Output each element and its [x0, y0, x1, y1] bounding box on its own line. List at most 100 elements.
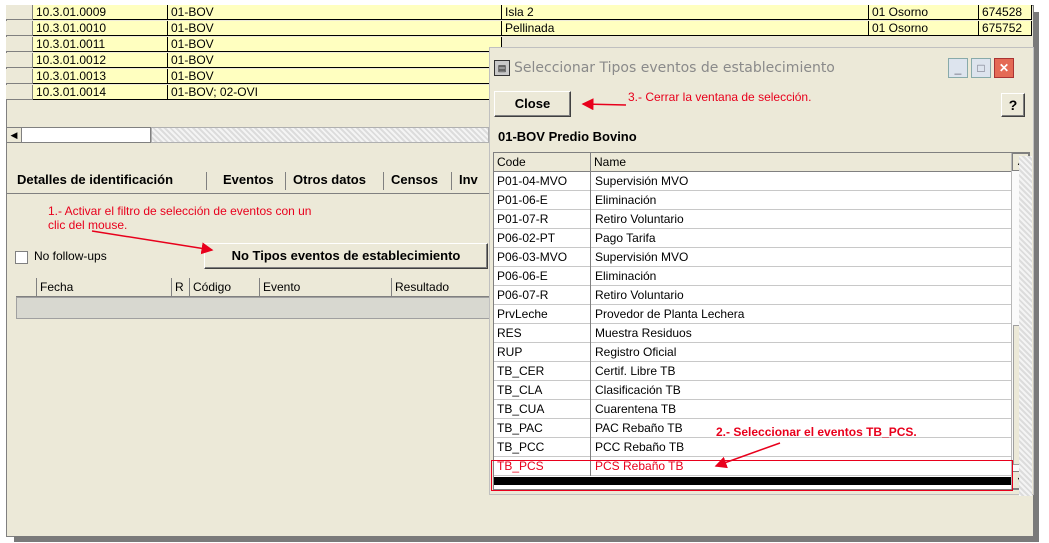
annotation-step1-line1: 1.- Activar el filtro de selección de ev…: [48, 204, 312, 218]
item-code: P01-04-MVO: [494, 172, 591, 191]
column-header-code[interactable]: Código: [189, 278, 259, 296]
annotation-step2: 2.- Seleccionar el eventos TB_PCS.: [716, 425, 917, 439]
item-code: TB_PAC: [494, 419, 591, 438]
item-code: PrvLeche: [494, 305, 591, 324]
item-code: RUP: [494, 343, 591, 362]
minimize-icon[interactable]: _: [948, 58, 968, 78]
column-header-event[interactable]: Evento: [259, 278, 391, 296]
row-header[interactable]: [6, 21, 33, 36]
list-item[interactable]: TB_PCC PCC Rebaño TB: [494, 438, 1012, 457]
close-icon[interactable]: ✕: [994, 58, 1014, 78]
horizontal-scrollbar[interactable]: ◀: [6, 127, 151, 143]
item-name: Clasificación TB: [595, 383, 681, 397]
no-followups-checkbox[interactable]: [15, 251, 28, 264]
item-code: TB_CLA: [494, 381, 591, 400]
tab-events[interactable]: Eventos: [223, 170, 274, 190]
row-header[interactable]: [6, 69, 33, 84]
close-button[interactable]: Close: [494, 91, 571, 117]
tab-separator: [383, 172, 384, 190]
list-item[interactable]: TB_CER Certif. Libre TB: [494, 362, 1012, 381]
help-icon[interactable]: ?: [1001, 93, 1025, 117]
item-code: TB_CUA: [494, 400, 591, 419]
item-name: Provedor de Planta Lechera: [595, 307, 745, 321]
event-type-list: Code Name P01-04-MVO Supervisión MVO P01-…: [493, 152, 1030, 490]
scroll-left-icon[interactable]: ◀: [7, 128, 22, 142]
window-shadow-bottom: [14, 536, 1039, 542]
row-header[interactable]: [6, 85, 33, 100]
list-item[interactable]: P06-06-E Eliminación: [494, 267, 1012, 286]
list-header: Code Name: [494, 153, 1012, 172]
list-item[interactable]: TB_CUA Cuarentena TB: [494, 400, 1012, 419]
cell-type[interactable]: 01-BOV: [168, 37, 502, 52]
column-header-result[interactable]: Resultado: [391, 278, 491, 296]
cell-number[interactable]: 675752: [979, 21, 1032, 36]
window-app-icon: ▤: [494, 60, 510, 76]
list-item[interactable]: P06-02-PT Pago Tarifa: [494, 229, 1012, 248]
list-item[interactable]: P01-06-E Eliminación: [494, 191, 1012, 210]
tab-identification-details[interactable]: Detalles de identificación: [17, 170, 173, 190]
tab-other-data[interactable]: Otros datos: [293, 170, 366, 190]
list-item[interactable]: P01-07-R Retiro Voluntario: [494, 210, 1012, 229]
tab-censuses[interactable]: Censos: [391, 170, 438, 190]
maximize-icon[interactable]: □: [971, 58, 991, 78]
item-code: P06-06-E: [494, 267, 591, 286]
row-header[interactable]: [6, 5, 33, 20]
item-name: Retiro Voluntario: [595, 212, 684, 226]
cell-region[interactable]: 01 Osorno: [869, 21, 979, 36]
table-row[interactable]: 10.3.01.0010 01-BOV Pellinada 01 Osorno …: [6, 21, 1032, 37]
list-item[interactable]: RUP Registro Oficial: [494, 343, 1012, 362]
dialog-title: Seleccionar Tipos eventos de establecimi…: [514, 60, 835, 76]
event-type-filter-button[interactable]: No Tipos eventos de establecimiento: [204, 243, 488, 269]
cell-region[interactable]: 01 Osorno: [869, 5, 979, 20]
cell-code[interactable]: 10.3.01.0014: [33, 85, 168, 100]
item-name: Certif. Libre TB: [595, 364, 676, 378]
list-item[interactable]: TB_CLA Clasificación TB: [494, 381, 1012, 400]
cell-type[interactable]: 01-BOV; 02-OVI: [168, 85, 502, 100]
list-item[interactable]: P01-04-MVO Supervisión MVO: [494, 172, 1012, 191]
cell-name[interactable]: Pellinada: [502, 21, 869, 36]
list-item[interactable]: RES Muestra Residuos: [494, 324, 1012, 343]
row-header[interactable]: [6, 37, 33, 52]
cell-code[interactable]: 10.3.01.0010: [33, 21, 168, 36]
column-header-r[interactable]: R: [171, 278, 189, 296]
tab-inventory[interactable]: Inv: [459, 170, 478, 190]
no-followups-label: No follow-ups: [34, 249, 107, 263]
tab-separator: [451, 172, 452, 190]
cell-name[interactable]: Isla 2: [502, 5, 869, 20]
cell-type[interactable]: 01-BOV: [168, 69, 502, 84]
item-name: Pago Tarifa: [595, 231, 656, 245]
item-code: TB_CER: [494, 362, 591, 381]
cell-code[interactable]: 10.3.01.0012: [33, 53, 168, 68]
list-item[interactable]: P06-03-MVO Supervisión MVO: [494, 248, 1012, 267]
column-header-name[interactable]: Name: [591, 153, 1012, 171]
row-header[interactable]: [6, 53, 33, 68]
item-name: Eliminación: [595, 193, 657, 207]
cell-code[interactable]: 10.3.01.0013: [33, 69, 168, 84]
tab-separator: [206, 172, 207, 190]
selection-highlight-box: [491, 460, 1013, 491]
item-code: TB_PCC: [494, 438, 591, 457]
item-name: Muestra Residuos: [595, 326, 692, 340]
item-code: P06-02-PT: [494, 229, 591, 248]
cell-type[interactable]: 01-BOV: [168, 21, 502, 36]
table-row[interactable]: 10.3.01.0009 01-BOV Isla 2 01 Osorno 674…: [6, 5, 1032, 21]
cell-code[interactable]: 10.3.01.0011: [33, 37, 168, 52]
events-empty-row[interactable]: [16, 297, 491, 319]
dialog-subtitle: 01-BOV Predio Bovino: [498, 129, 637, 144]
column-header-date[interactable]: Fecha: [36, 278, 171, 296]
item-code: P06-03-MVO: [494, 248, 591, 267]
cell-number[interactable]: 674528: [979, 5, 1032, 20]
item-name: Supervisión MVO: [595, 174, 689, 188]
dialog-titlebar[interactable]: ▤ Seleccionar Tipos eventos de estableci…: [490, 48, 1033, 88]
item-name: Registro Oficial: [595, 345, 677, 359]
list-item[interactable]: P06-07-R Retiro Voluntario: [494, 286, 1012, 305]
cell-type[interactable]: 01-BOV: [168, 53, 502, 68]
annotation-step3: 3.- Cerrar la ventana de selección.: [628, 90, 812, 104]
cell-code[interactable]: 10.3.01.0009: [33, 5, 168, 20]
list-item[interactable]: PrvLeche Provedor de Planta Lechera: [494, 305, 1012, 324]
cell-type[interactable]: 01-BOV: [168, 5, 502, 20]
item-name: Eliminación: [595, 269, 657, 283]
column-header-code[interactable]: Code: [494, 153, 591, 171]
events-table-header: Fecha R Código Evento Resultado: [16, 278, 491, 297]
scrollbar-track: [151, 127, 489, 143]
